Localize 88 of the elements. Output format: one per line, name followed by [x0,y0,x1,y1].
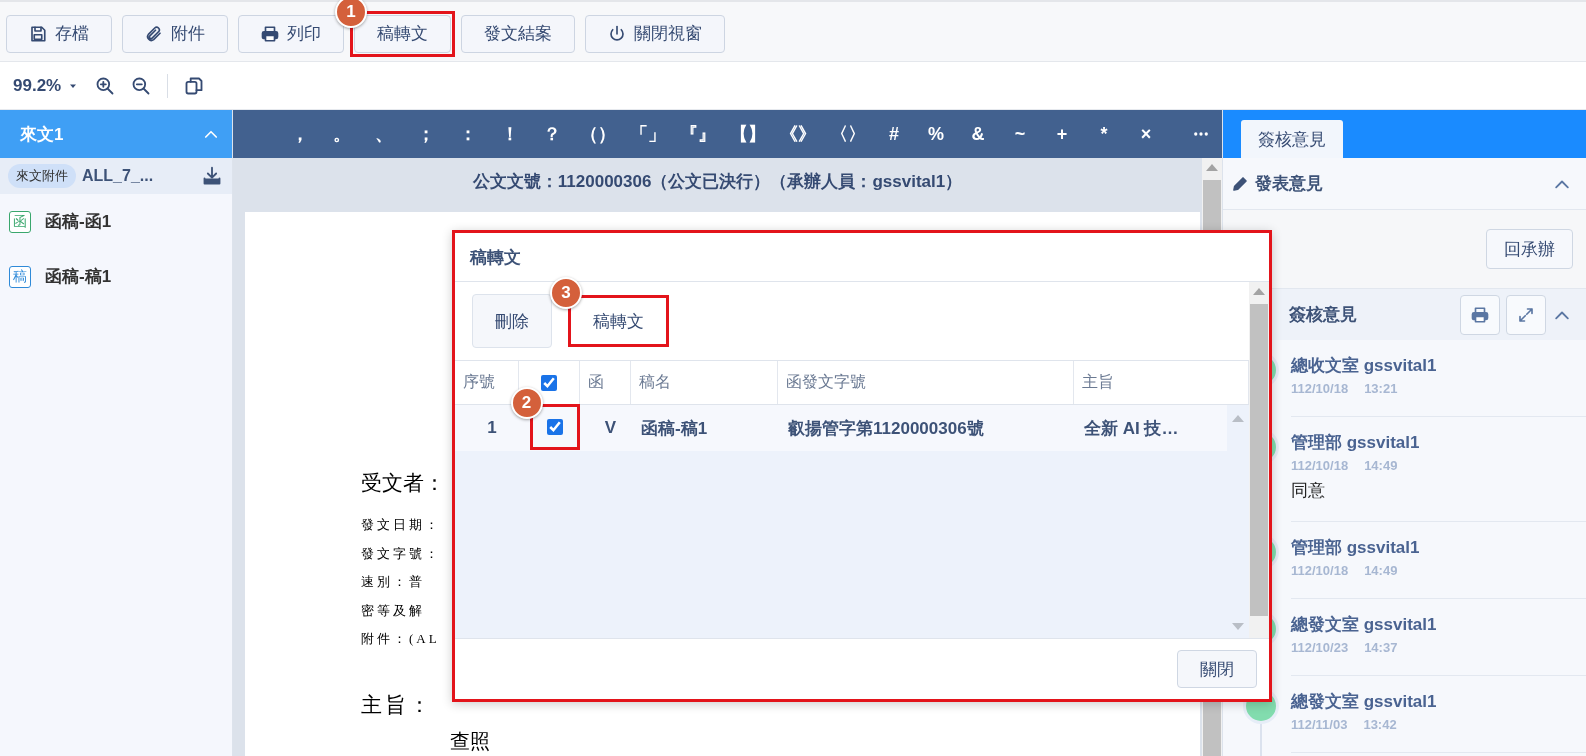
toolbar-button[interactable]: 列印 [238,14,344,53]
download-icon[interactable] [202,166,222,186]
select-all-checkbox[interactable] [541,374,557,391]
entry-author: 管理部 gssvital1 [1291,537,1420,559]
callout-badge: 3 [550,277,582,309]
symbol-button[interactable]: ； [405,122,447,146]
entry-time: 13:21 [1364,380,1398,398]
document-header: 公文文號：1120000306（公文已決行）（承辦人員：gssvital1） [472,171,963,193]
expand-button[interactable] [1506,294,1546,335]
entry-time: 14:49 [1364,562,1398,580]
printer-icon [261,24,279,43]
row-checkbox[interactable] [546,419,563,435]
symbol-button[interactable]: ！ [489,122,531,146]
entry-author: 總發文室 gssvital1 [1291,614,1437,636]
symbol-button[interactable]: % [915,123,957,145]
entry-date: 112/10/18 [1291,380,1349,398]
panel-title: 來文1 [20,123,64,146]
symbol-button[interactable]: 《》 [773,122,823,146]
toolbar-button[interactable]: 附件 [122,14,228,53]
expand-icon [1517,305,1535,324]
table-cell: V [604,418,617,438]
document-link[interactable]: 函稿-函1 [45,210,112,233]
entry-date: 112/10/23 [1291,639,1349,657]
power-icon [608,24,626,43]
symbol-button[interactable]: * [1083,123,1125,145]
table-cell-text: 叡揚管字第1120000306號 [788,417,984,440]
symbol-button[interactable]: + [1041,123,1083,145]
document-field: 速別：普 [361,568,425,597]
symbol-button[interactable]: ， [279,122,321,146]
entry-date: 112/10/18 [1291,457,1349,475]
paperclip-icon [145,24,163,43]
symbol-button[interactable]: 【】 [723,122,773,146]
dialog-button[interactable]: 刪除 [472,294,552,348]
zoom-out-icon[interactable] [131,75,152,96]
save-icon [29,24,47,43]
callout-badge: 2 [510,387,543,419]
symbol-button[interactable]: 「」 [623,122,673,146]
document-field: 發文字號： [361,539,441,568]
subject-text: 查照 [450,728,490,754]
document-field: 密等及解 [361,596,425,625]
table-cell: 1 [487,418,497,438]
table-cell-text: 全新 AI 技… [1084,417,1179,440]
dialog-title: 稿轉文 [470,246,521,269]
document-field: 附件：(AL [361,625,440,654]
symbol-button[interactable]: ： [447,122,489,146]
entry-comment: 同意 [1291,480,1325,502]
entry-author: 總發文室 gssvital1 [1291,691,1437,713]
section-title: 簽核意見 [1289,304,1358,326]
recipient-label: 受文者： [361,470,445,497]
section-title: 發表意見 [1255,173,1324,195]
symbol-button[interactable]: & [957,123,999,145]
copy-icon[interactable] [184,75,205,96]
symbol-button[interactable]: 、 [363,122,405,146]
entry-time: 14:37 [1364,639,1398,657]
symbol-button[interactable]: 。 [321,122,363,146]
entry-date: 112/11/03 [1291,716,1348,734]
symbol-button[interactable]: # [873,123,915,145]
table-cell-text: 函稿-稿1 [641,417,708,440]
attachment-link[interactable]: ALL_7_... [82,167,196,185]
zoom-in-icon[interactable] [95,75,116,96]
toolbar-button[interactable]: 關閉視窗 [585,14,725,53]
attachment-tag: 來文附件 [8,164,76,188]
type-tag: 稿 [9,265,31,288]
print-button[interactable] [1460,294,1500,335]
document-link[interactable]: 函稿-稿1 [45,265,112,288]
toolbar-button[interactable]: 發文結案 [461,14,575,53]
close-button[interactable]: 關閉 [1177,650,1257,688]
document-field: 發文日期： [361,511,441,540]
symbol-button[interactable]: 〈〉 [823,122,873,146]
pencil-icon [1231,174,1249,193]
symbol-button[interactable]: ？ [531,122,573,146]
callout-badge: 1 [335,0,367,28]
toolbar-button[interactable]: 存檔 [6,14,112,53]
symbol-button[interactable]: （） [573,122,623,146]
printer-icon [1471,305,1489,324]
symbol-button[interactable]: ~ [999,123,1041,145]
subject-label: 主旨： [361,691,433,719]
entry-time: 14:49 [1364,457,1398,475]
entry-author: 總收文室 gssvital1 [1291,355,1437,377]
entry-author: 管理部 gssvital1 [1291,432,1420,454]
return-button[interactable]: 回承辦 [1486,229,1573,269]
symbol-button[interactable]: × [1125,123,1167,145]
type-tag: 函 [9,210,31,233]
zoom-dropdown[interactable]: 99.2% [13,75,80,96]
entry-date: 112/10/18 [1291,562,1349,580]
entry-time: 13:42 [1363,716,1397,734]
symbol-button[interactable]: 『』 [673,122,723,146]
tab[interactable]: 簽核意見 [1241,120,1343,158]
